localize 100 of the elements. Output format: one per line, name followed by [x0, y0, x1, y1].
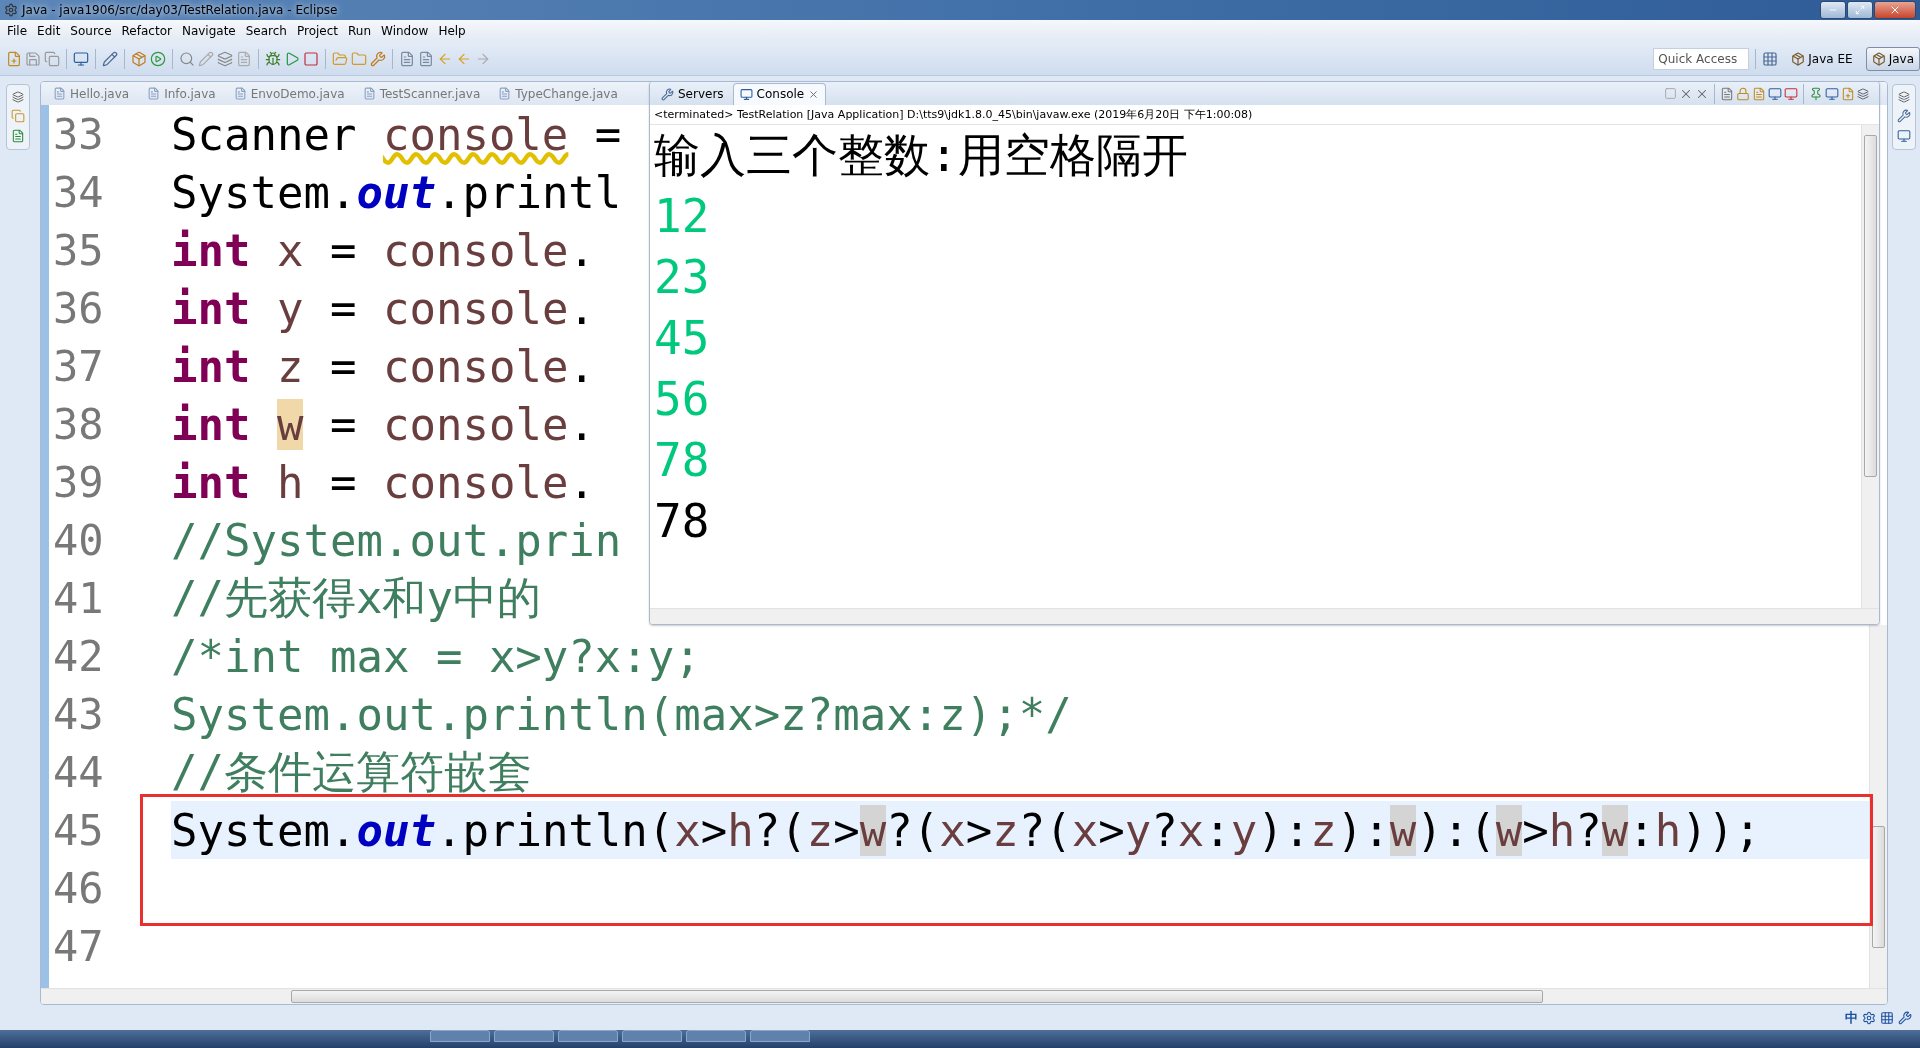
stop-icon[interactable] — [303, 50, 319, 67]
line-number: 44 — [52, 747, 105, 797]
tray-icon[interactable] — [1862, 1010, 1876, 1025]
line-number: 35 — [52, 225, 105, 275]
show-error-icon[interactable] — [1784, 86, 1798, 101]
java-file-icon — [147, 87, 161, 100]
editor-tab[interactable]: Hello.java — [47, 82, 140, 105]
save-icon[interactable] — [25, 50, 41, 67]
code-line: int y = console. — [171, 282, 595, 334]
show-console-icon[interactable] — [1768, 86, 1782, 101]
new-file-icon[interactable] — [6, 50, 22, 67]
editor-tab[interactable]: Info.java — [141, 82, 226, 105]
ime-mode[interactable]: 中 — [1845, 1008, 1858, 1027]
monitor-icon[interactable] — [73, 50, 89, 67]
horizontal-scrollbar[interactable] — [41, 988, 1887, 1004]
app-icon — [4, 3, 18, 17]
editor-tab[interactable]: TestScanner.java — [356, 82, 491, 105]
page-icon[interactable] — [418, 50, 434, 67]
menu-item[interactable]: Navigate — [176, 24, 241, 38]
open-folder-icon[interactable] — [332, 50, 348, 67]
java-file-icon — [498, 87, 512, 100]
code-line: /*int max = x>y?x:y; — [171, 630, 701, 682]
console-header: <terminated> TestRelation [Java Application] D:\tts9\jdk1.8.0_45\bin\javaw.exe (2019年6月20日 下午1:00:08) — [650, 105, 1879, 125]
perspective-button[interactable]: Java EE — [1785, 46, 1859, 71]
vertical-scrollbar[interactable] — [1869, 625, 1887, 988]
folder-icon[interactable] — [351, 50, 367, 67]
line-number: 36 — [52, 283, 105, 333]
pin-icon[interactable] — [1809, 86, 1823, 101]
java-file-icon — [53, 87, 66, 100]
open-perspective-icon[interactable] — [1762, 50, 1779, 67]
menu-item[interactable]: Project — [291, 24, 344, 38]
java-file-icon — [362, 87, 376, 100]
bug-icon[interactable] — [265, 50, 281, 67]
display-console-icon[interactable] — [1825, 86, 1839, 101]
console-line: 78 — [654, 432, 711, 489]
scroll-lock-icon[interactable] — [1736, 86, 1750, 101]
code-line: //先获得x和y中的 — [171, 570, 541, 625]
close-icon — [1889, 4, 1901, 16]
view-tab[interactable]: Console — [732, 82, 827, 105]
pencil-icon[interactable] — [102, 50, 118, 67]
menu-item[interactable]: Search — [240, 24, 292, 38]
menu-item[interactable]: Window — [376, 24, 434, 38]
console-line: 输入三个整数:用空格隔开 — [654, 127, 1189, 184]
menu-item[interactable]: Help — [433, 24, 471, 38]
perspective-icon — [1791, 51, 1806, 66]
line-number: 40 — [52, 515, 105, 565]
console-line: 45 — [654, 310, 711, 367]
line-number: 37 — [52, 341, 105, 391]
taskbar-button[interactable] — [622, 1030, 682, 1042]
copy-icon[interactable] — [44, 50, 60, 67]
console-line: 78 — [654, 493, 711, 550]
perspective-button[interactable]: Java — [1865, 46, 1920, 71]
code-line: System.out.println(max>z?max:z);*/ — [171, 688, 1072, 740]
code-line: int h = console. — [171, 456, 595, 508]
code-line: //条件运算符嵌套 — [171, 744, 532, 799]
minimize-button[interactable] — [1820, 1, 1846, 19]
menu-item[interactable]: Refactor — [116, 24, 177, 38]
line-number: 41 — [52, 573, 105, 623]
maximize-button[interactable] — [1847, 1, 1873, 19]
menu-item[interactable]: Edit — [32, 24, 66, 38]
menu-item[interactable]: Run — [343, 24, 377, 38]
window-title: Java - java1906/src/day03/TestRelation.java - Eclipse — [22, 3, 339, 17]
menu-item[interactable]: Source — [65, 24, 117, 38]
taskbar-button[interactable] — [686, 1030, 746, 1042]
taskbar-button[interactable] — [494, 1030, 554, 1042]
run-icon[interactable] — [284, 50, 300, 67]
close-icon[interactable] — [808, 88, 820, 100]
editor-tab[interactable]: TypeChange.java — [492, 82, 628, 105]
taskbar-button[interactable] — [558, 1030, 618, 1042]
taskbar-button[interactable] — [750, 1030, 810, 1042]
code-line: int x = console. — [171, 224, 595, 276]
console-horizontal-scrollbar[interactable] — [650, 608, 1879, 624]
code-line: System.out.println(x>h?(z>w?(x>z?(x>y?x:y):z):w):(w>h?w:h)); — [171, 804, 1761, 856]
wrench-icon[interactable] — [370, 50, 386, 67]
console-icon[interactable] — [1897, 129, 1911, 143]
quick-access-field[interactable]: Quick Access — [1653, 47, 1750, 70]
line-number: 34 — [52, 167, 105, 217]
console-line: 56 — [654, 371, 711, 428]
line-number: 39 — [52, 457, 105, 507]
layers-icon[interactable] — [217, 50, 233, 67]
taskbar-button[interactable] — [430, 1030, 490, 1042]
editor-tab[interactable]: EnvoDemo.java — [227, 82, 355, 105]
terminate-icon[interactable] — [1664, 87, 1677, 100]
view-tab[interactable]: Servers — [654, 82, 731, 105]
line-number: 42 — [52, 631, 105, 681]
code-line: int z = console. — [171, 340, 595, 392]
console-line: 23 — [654, 249, 711, 306]
console-icon — [739, 87, 753, 101]
package-icon[interactable] — [131, 50, 147, 67]
java-file-icon — [233, 87, 247, 100]
line-number: 38 — [52, 399, 105, 449]
line-number: 43 — [52, 689, 105, 739]
search-icon[interactable] — [179, 50, 195, 67]
menu-item[interactable]: File — [2, 24, 33, 38]
close-button[interactable] — [1874, 1, 1916, 19]
document-icon[interactable] — [236, 50, 252, 67]
line-number: 47 — [52, 921, 105, 971]
console-scrollbar[interactable] — [1861, 125, 1879, 608]
tools-icon[interactable] — [1898, 1010, 1912, 1025]
code-line: System.out.printl — [171, 166, 622, 218]
